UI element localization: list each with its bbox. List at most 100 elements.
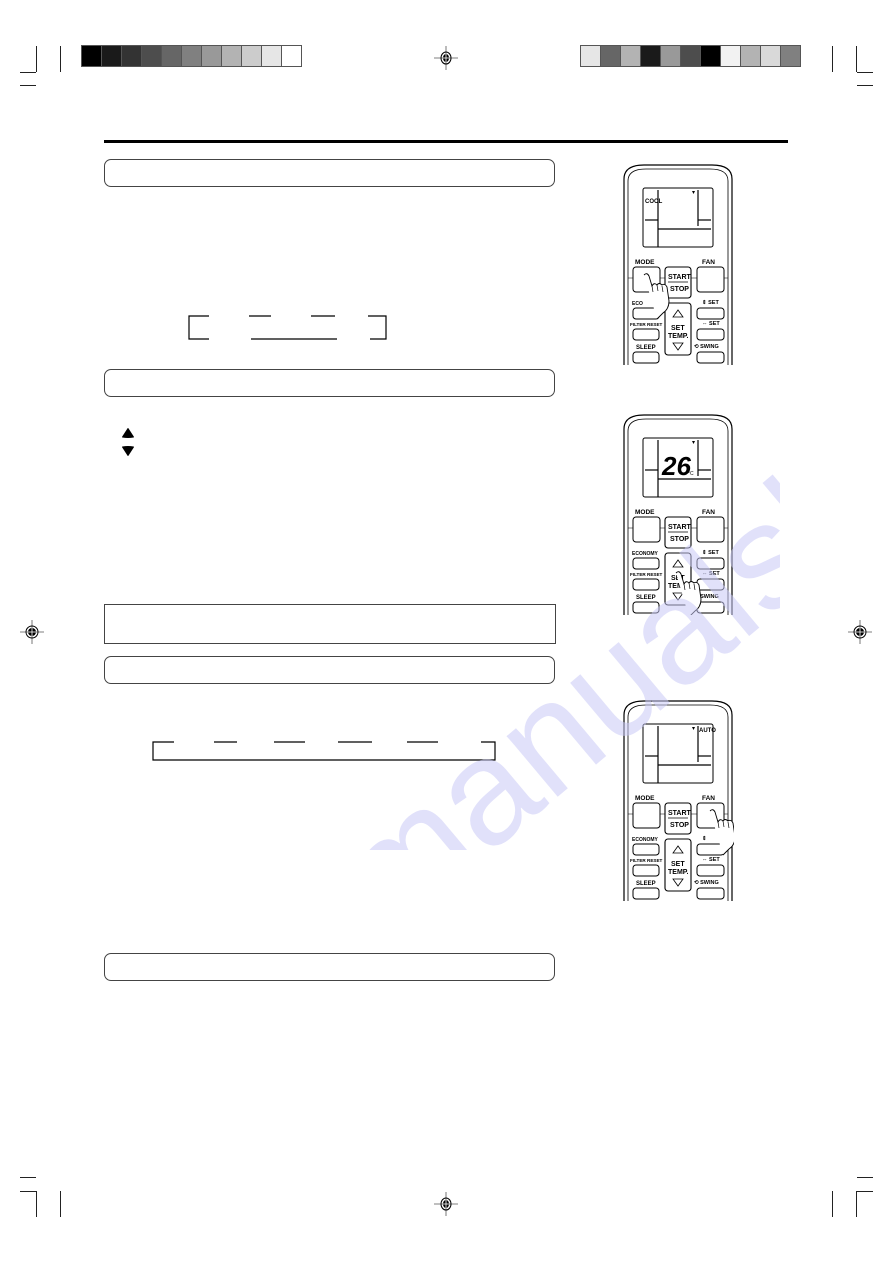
color-swatch — [82, 46, 101, 66]
color-swatch — [641, 46, 660, 66]
color-swatch — [621, 46, 640, 66]
swing-button-label: ⟲ SWING — [694, 343, 719, 350]
economy-button-label: ECONOMY — [632, 837, 659, 843]
color-swatch — [601, 46, 620, 66]
swing-button-label: ⟲ SWING — [694, 879, 719, 886]
color-calibration-bar-left — [81, 45, 302, 67]
crop-mark — [832, 1191, 833, 1217]
color-swatch — [142, 46, 161, 66]
economy-button[interactable] — [632, 843, 660, 856]
color-swatch — [182, 46, 201, 66]
set-temp-label-1: SET — [671, 861, 685, 868]
crop-mark — [20, 72, 36, 73]
color-swatch — [781, 46, 800, 66]
color-calibration-bar-right — [580, 45, 801, 67]
start-stop-button[interactable] — [664, 266, 692, 299]
vertical-airflow-set-button[interactable] — [696, 307, 725, 320]
vertical-airflow-label: ⇕ — [702, 835, 707, 842]
registration-mark-icon — [848, 620, 872, 644]
color-swatch — [122, 46, 141, 66]
mode-button-label: MODE — [635, 259, 655, 266]
start-label: START — [668, 524, 692, 531]
filter-reset-label: FILTER RESET — [630, 572, 663, 577]
color-swatch — [262, 46, 281, 66]
crop-mark — [857, 1191, 873, 1192]
color-swatch — [761, 46, 780, 66]
crop-mark — [857, 72, 873, 73]
vertical-airflow-set-button[interactable] — [696, 557, 725, 570]
color-swatch — [202, 46, 221, 66]
remote-control-illustration: AUTO MODE FAN START STOP ECONOMY ⇕ SET T… — [623, 700, 734, 901]
start-stop-button[interactable] — [664, 802, 692, 835]
lcd-mode-label: COOL — [645, 199, 663, 205]
crop-mark — [20, 1191, 36, 1192]
sleep-button[interactable] — [632, 351, 660, 364]
color-swatch — [581, 46, 600, 66]
set-temp-label-2: TEMP. — [668, 333, 689, 340]
cycle-bracket-right — [368, 315, 387, 340]
mode-button[interactable] — [632, 516, 661, 543]
note-box — [104, 604, 556, 644]
sleep-button[interactable] — [632, 601, 660, 614]
color-swatch — [102, 46, 121, 66]
vertical-airflow-label: ⇕ SET — [702, 299, 719, 306]
fan-button-label: FAN — [702, 795, 715, 802]
triangle-down-icon — [122, 446, 134, 456]
lcd-temperature: 26 — [661, 451, 691, 481]
registration-mark-icon — [20, 620, 44, 644]
mode-button-label: MODE — [635, 795, 655, 802]
filter-reset-label: FILTER RESET — [630, 858, 663, 863]
lcd-display — [642, 187, 714, 248]
cycle-loop — [152, 741, 496, 761]
sleep-button[interactable] — [632, 887, 660, 900]
color-swatch — [242, 46, 261, 66]
horizontal-airflow-label: ⇔ SET — [702, 321, 720, 327]
color-swatch — [721, 46, 740, 66]
crop-mark — [60, 46, 61, 72]
remote-control-illustration: 26 °C MODE FAN START STOP ECONOMY ⇕ SET … — [623, 414, 733, 615]
horizontal-airflow-set-button[interactable] — [696, 864, 725, 877]
section-header-swing — [104, 953, 555, 981]
filter-reset-button[interactable] — [632, 328, 660, 341]
start-label: START — [668, 274, 692, 281]
swing-button[interactable] — [696, 351, 725, 364]
fan-button[interactable] — [696, 266, 725, 293]
economy-button-label: ECO — [632, 301, 643, 307]
crop-mark — [20, 85, 36, 86]
filter-reset-button[interactable] — [632, 864, 660, 877]
vertical-airflow-set-button[interactable] — [696, 843, 725, 856]
crop-mark — [20, 1177, 36, 1178]
cycle-bracket-left — [188, 315, 209, 340]
fan-cycle-diagram — [152, 741, 496, 761]
start-stop-button[interactable] — [664, 516, 692, 549]
economy-button[interactable] — [632, 557, 660, 570]
section-header-fan — [104, 656, 555, 684]
crop-mark — [857, 85, 873, 86]
color-swatch — [661, 46, 680, 66]
filter-reset-button[interactable] — [632, 578, 660, 591]
mode-button[interactable] — [632, 802, 661, 829]
crop-mark — [856, 1191, 857, 1217]
vertical-airflow-label: ⇕ SET — [702, 549, 719, 556]
mode-button-label: MODE — [635, 509, 655, 516]
horizontal-airflow-set-button[interactable] — [696, 578, 725, 591]
fan-button[interactable] — [696, 516, 725, 543]
horizontal-airflow-label: ⇔ SET — [702, 857, 720, 863]
sleep-button-label: SLEEP — [636, 345, 656, 351]
color-swatch — [681, 46, 700, 66]
horizontal-airflow-label: ⇔ SET — [702, 571, 720, 577]
economy-button-label: ECONOMY — [632, 551, 659, 557]
stop-label: STOP — [670, 822, 689, 829]
swing-button[interactable] — [696, 887, 725, 900]
stop-label: STOP — [670, 286, 689, 293]
remote-control-illustration: COOL MODE FAN START STOP ECO ⇕ SET SET T… — [623, 164, 733, 365]
color-swatch — [222, 46, 241, 66]
header-rule — [104, 140, 788, 143]
sleep-button-label: SLEEP — [636, 881, 656, 887]
swing-button[interactable] — [696, 601, 725, 614]
color-swatch — [162, 46, 181, 66]
fan-button-label: FAN — [702, 509, 715, 516]
horizontal-airflow-set-button[interactable] — [696, 328, 725, 341]
registration-mark-icon — [434, 46, 458, 70]
crop-mark — [60, 1191, 61, 1217]
